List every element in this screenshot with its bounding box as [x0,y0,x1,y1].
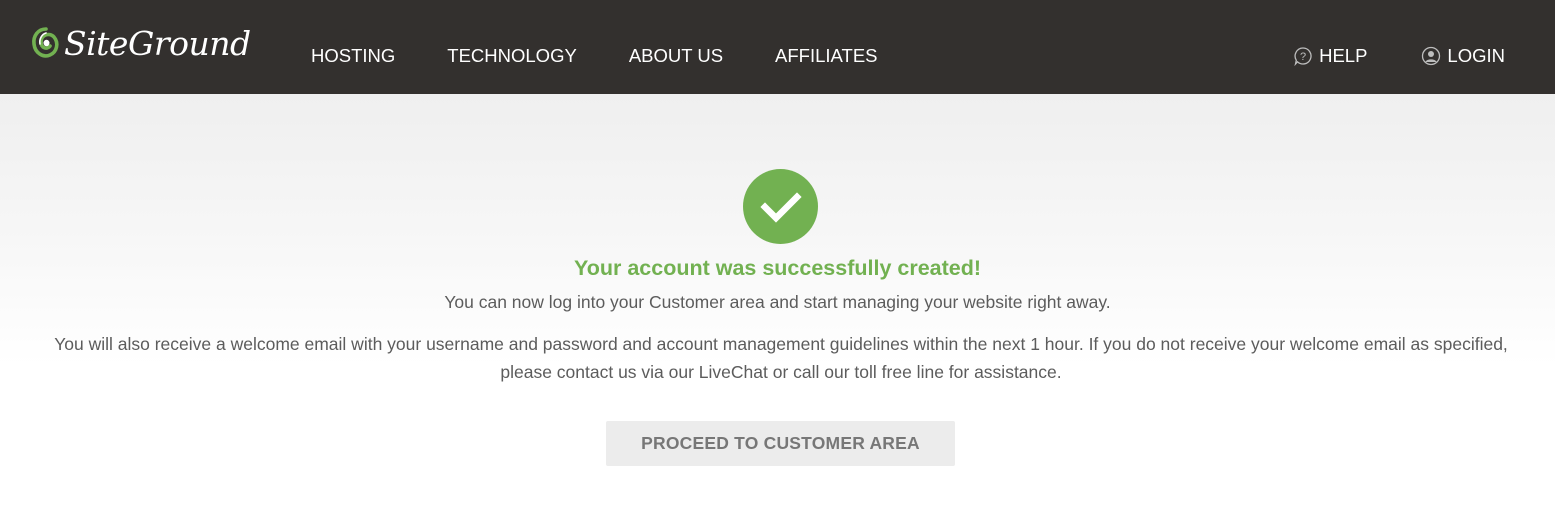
help-icon: ? [1294,47,1312,66]
login-label: LOGIN [1447,45,1505,66]
user-icon [1422,46,1441,66]
main-content: Your account was successfully created! Y… [0,94,1555,532]
siteground-logo-icon [32,27,59,58]
siteground-logo[interactable]: SiteGround [30,22,251,68]
top-navigation-bar: SiteGround HOSTING TECHNOLOGY ABOUT US A… [0,0,1555,94]
nav-item-affiliates[interactable]: AFFILIATES [775,45,877,67]
login-link[interactable]: LOGIN [1421,45,1505,67]
success-title: Your account was successfully created! [573,256,982,280]
welcome-email-message: You will also receive a welcome email wi… [54,334,1508,382]
checkmark-glyph [760,192,802,223]
svg-text:?: ? [1300,51,1306,63]
help-link[interactable]: ? HELP [1293,45,1367,67]
proceed-to-customer-area-button[interactable]: PROCEED TO CUSTOMER AREA [606,421,955,466]
nav-item-about-us[interactable]: ABOUT US [629,45,723,67]
nav-item-technology[interactable]: TECHNOLOGY [447,45,577,67]
nav-item-hosting[interactable]: HOSTING [311,45,395,67]
logo-text: SiteGround [64,23,251,63]
utility-nav: ? HELP LOGIN [1239,0,1505,94]
checkmark-icon [743,169,818,244]
main-nav: HOSTING TECHNOLOGY ABOUT US AFFILIATES [311,0,930,94]
help-label: HELP [1319,45,1368,66]
success-message: You can now log into your Customer area … [444,292,1111,312]
